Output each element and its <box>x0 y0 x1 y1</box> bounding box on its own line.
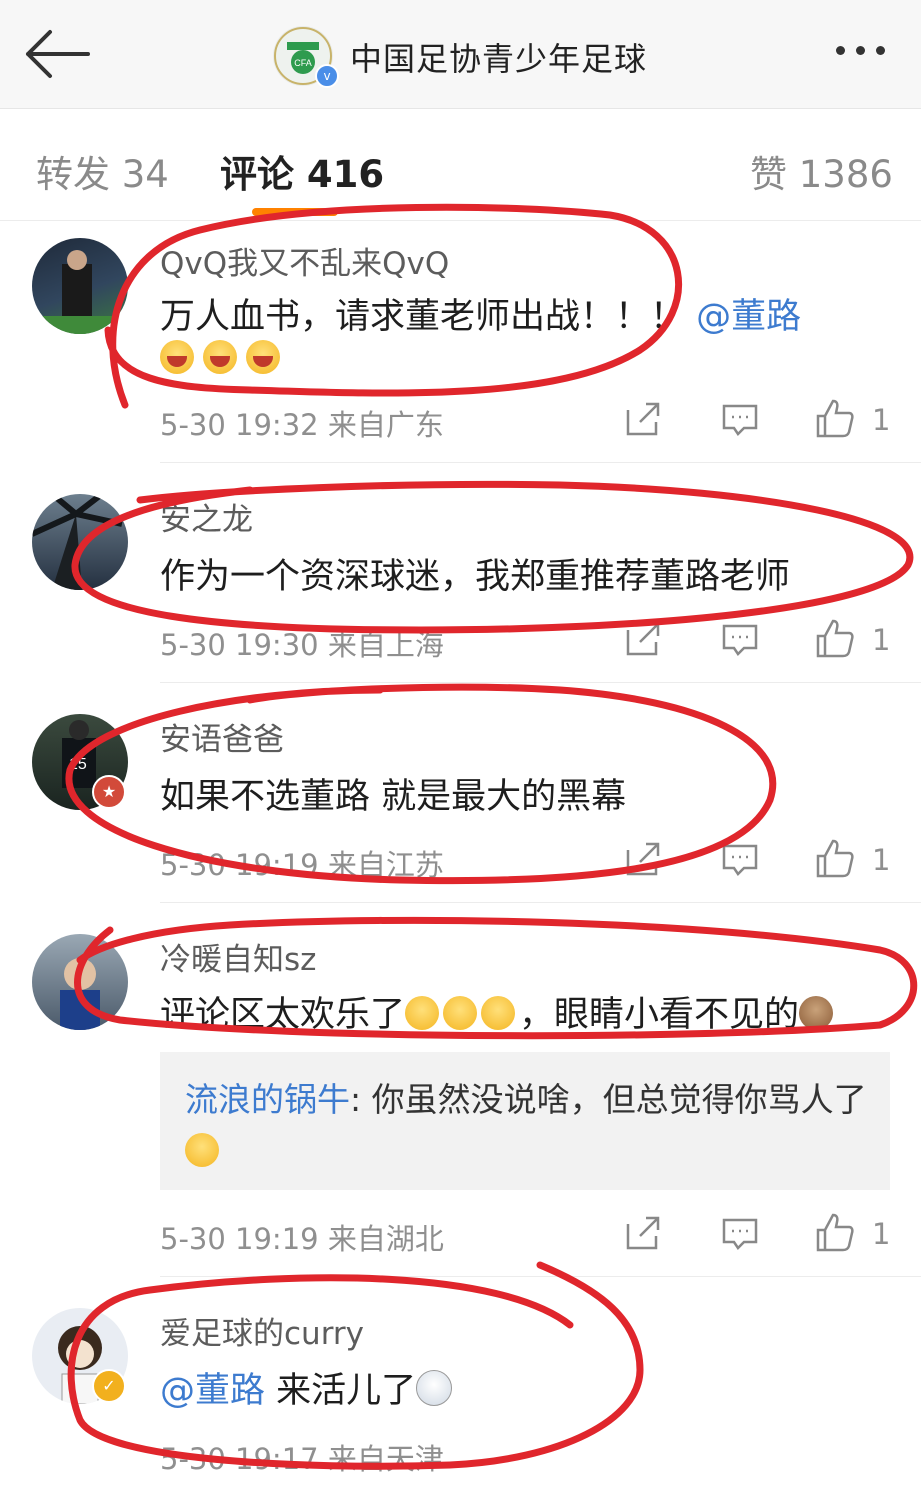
mention-link[interactable]: @董路 <box>696 297 801 337</box>
comment-meta: 5-30 19:32 来自广东 <box>160 402 444 444</box>
logo-text: CFA <box>294 58 312 68</box>
comment-location: 来自上海 <box>327 628 444 662</box>
comment-username[interactable]: QvQ我又不乱来QvQ <box>160 238 449 283</box>
comment-meta: 5-30 19:19 来自湖北 <box>160 1216 444 1258</box>
like-icon[interactable] <box>815 618 855 658</box>
share-icon[interactable] <box>622 1214 662 1254</box>
reply-text: 流浪的锅牛: 你虽然没说啥，但总觉得你骂人了 <box>185 1074 875 1178</box>
divider <box>160 462 921 463</box>
verified-badge-icon: v <box>315 64 339 88</box>
like-icon[interactable] <box>815 398 855 438</box>
active-tab-indicator <box>252 208 338 216</box>
comment-body: 万人血书，请求董老师出战！！！ <box>160 297 686 337</box>
comment-location: 来自江苏 <box>327 848 444 882</box>
laugh-emoji-icon <box>246 340 281 374</box>
back-arrow-icon[interactable] <box>22 26 92 82</box>
comment-body: ，眼睛小看不见的 <box>519 995 800 1035</box>
share-icon[interactable] <box>622 400 662 440</box>
comment-location: 来自湖北 <box>327 1222 444 1256</box>
comment-time: 5-30 19:30 <box>160 628 319 662</box>
comment-time: 5-30 19:19 <box>160 1222 319 1256</box>
comment-icon[interactable] <box>720 620 760 660</box>
comment-body: 来活儿了 <box>276 1371 417 1411</box>
comment-time: 5-30 19:32 <box>160 408 319 442</box>
like-icon[interactable] <box>815 1212 855 1252</box>
verified-badge-icon: ✓ <box>92 1369 126 1403</box>
comment-username[interactable]: 安语爸爸 <box>160 714 284 759</box>
comment-time: 5-30 19:17 <box>160 1442 319 1476</box>
comment-text: 如果不选董路 就是最大的黑幕 <box>160 777 627 817</box>
emoji-row <box>160 340 284 374</box>
comment-username[interactable]: 安之龙 <box>160 494 253 539</box>
comment-text: 评论区太欢乐了 ，眼睛小看不见的 <box>160 986 837 1037</box>
666-emoji-icon <box>405 996 440 1030</box>
divider <box>160 902 921 903</box>
tab-bar: 转发 34 评论 416 赞 1386 <box>0 110 921 221</box>
666-emoji-icon <box>443 996 478 1030</box>
comment-icon[interactable] <box>720 400 760 440</box>
comment-text: 作为一个资深球迷，我郑重推荐董路老师 <box>160 557 791 597</box>
more-options-icon[interactable] <box>836 40 896 70</box>
reply-preview[interactable]: 流浪的锅牛: 你虽然没说啥，但总觉得你骂人了 <box>160 1052 890 1190</box>
like-count: 1 <box>872 843 891 877</box>
like-count: 1 <box>872 623 891 657</box>
comment-body: 评论区太欢乐了 <box>160 995 406 1035</box>
svg-text:15: 15 <box>69 756 87 773</box>
fade-overlay <box>590 1395 921 1495</box>
avatar[interactable] <box>32 934 128 1030</box>
share-icon[interactable] <box>622 840 662 880</box>
comment-meta: 5-30 19:17 来自天津 <box>160 1436 444 1478</box>
comment-username[interactable]: 冷暖自知sz <box>160 934 316 979</box>
comment-location: 来自广东 <box>327 408 444 442</box>
top-nav-bar: CFA v 中国足协青少年足球 <box>0 0 921 109</box>
cool-emoji-icon <box>416 1370 453 1406</box>
mention-link[interactable]: @董路 <box>160 1371 265 1411</box>
like-count: 1 <box>872 403 891 437</box>
avatar[interactable] <box>32 238 128 334</box>
divider <box>160 1276 921 1277</box>
laugh-emoji-icon <box>203 340 238 374</box>
reply-separator: : <box>350 1080 362 1119</box>
comment-icon[interactable] <box>720 1214 760 1254</box>
reply-body: 你虽然没说啥，但总觉得你骂人了 <box>371 1080 867 1119</box>
laugh-emoji-icon <box>160 340 194 374</box>
comment-username[interactable]: 爱足球的curry <box>160 1308 364 1353</box>
divider <box>160 682 921 683</box>
share-icon[interactable] <box>622 620 662 660</box>
comment-meta: 5-30 19:19 来自江苏 <box>160 842 444 884</box>
like-icon[interactable] <box>815 838 855 878</box>
tab-reposts[interactable]: 转发 34 <box>36 144 169 198</box>
comment-icon[interactable] <box>720 840 760 880</box>
annotation-overlay <box>65 203 918 1470</box>
comment-time: 5-30 19:19 <box>160 848 319 882</box>
avatar[interactable] <box>32 494 128 590</box>
comment-location: 来自天津 <box>327 1442 444 1476</box>
reply-author[interactable]: 流浪的锅牛 <box>185 1080 350 1119</box>
laugh-cry-emoji-icon <box>185 1133 219 1167</box>
account-name[interactable]: 中国足协青少年足球 <box>350 34 647 80</box>
like-count: 1 <box>872 1217 891 1251</box>
member-badge-icon: ★ <box>92 775 126 809</box>
comment-text: 万人血书，请求董老师出战！！！ @董路 <box>160 288 801 339</box>
tab-likes[interactable]: 赞 1386 <box>750 144 893 198</box>
tab-comments[interactable]: 评论 416 <box>220 144 384 198</box>
comment-meta: 5-30 19:30 来自上海 <box>160 622 444 664</box>
666-emoji-icon <box>481 996 516 1030</box>
comment-text: @董路 来活儿了 <box>160 1362 456 1413</box>
monkey-emoji-icon <box>799 996 834 1030</box>
